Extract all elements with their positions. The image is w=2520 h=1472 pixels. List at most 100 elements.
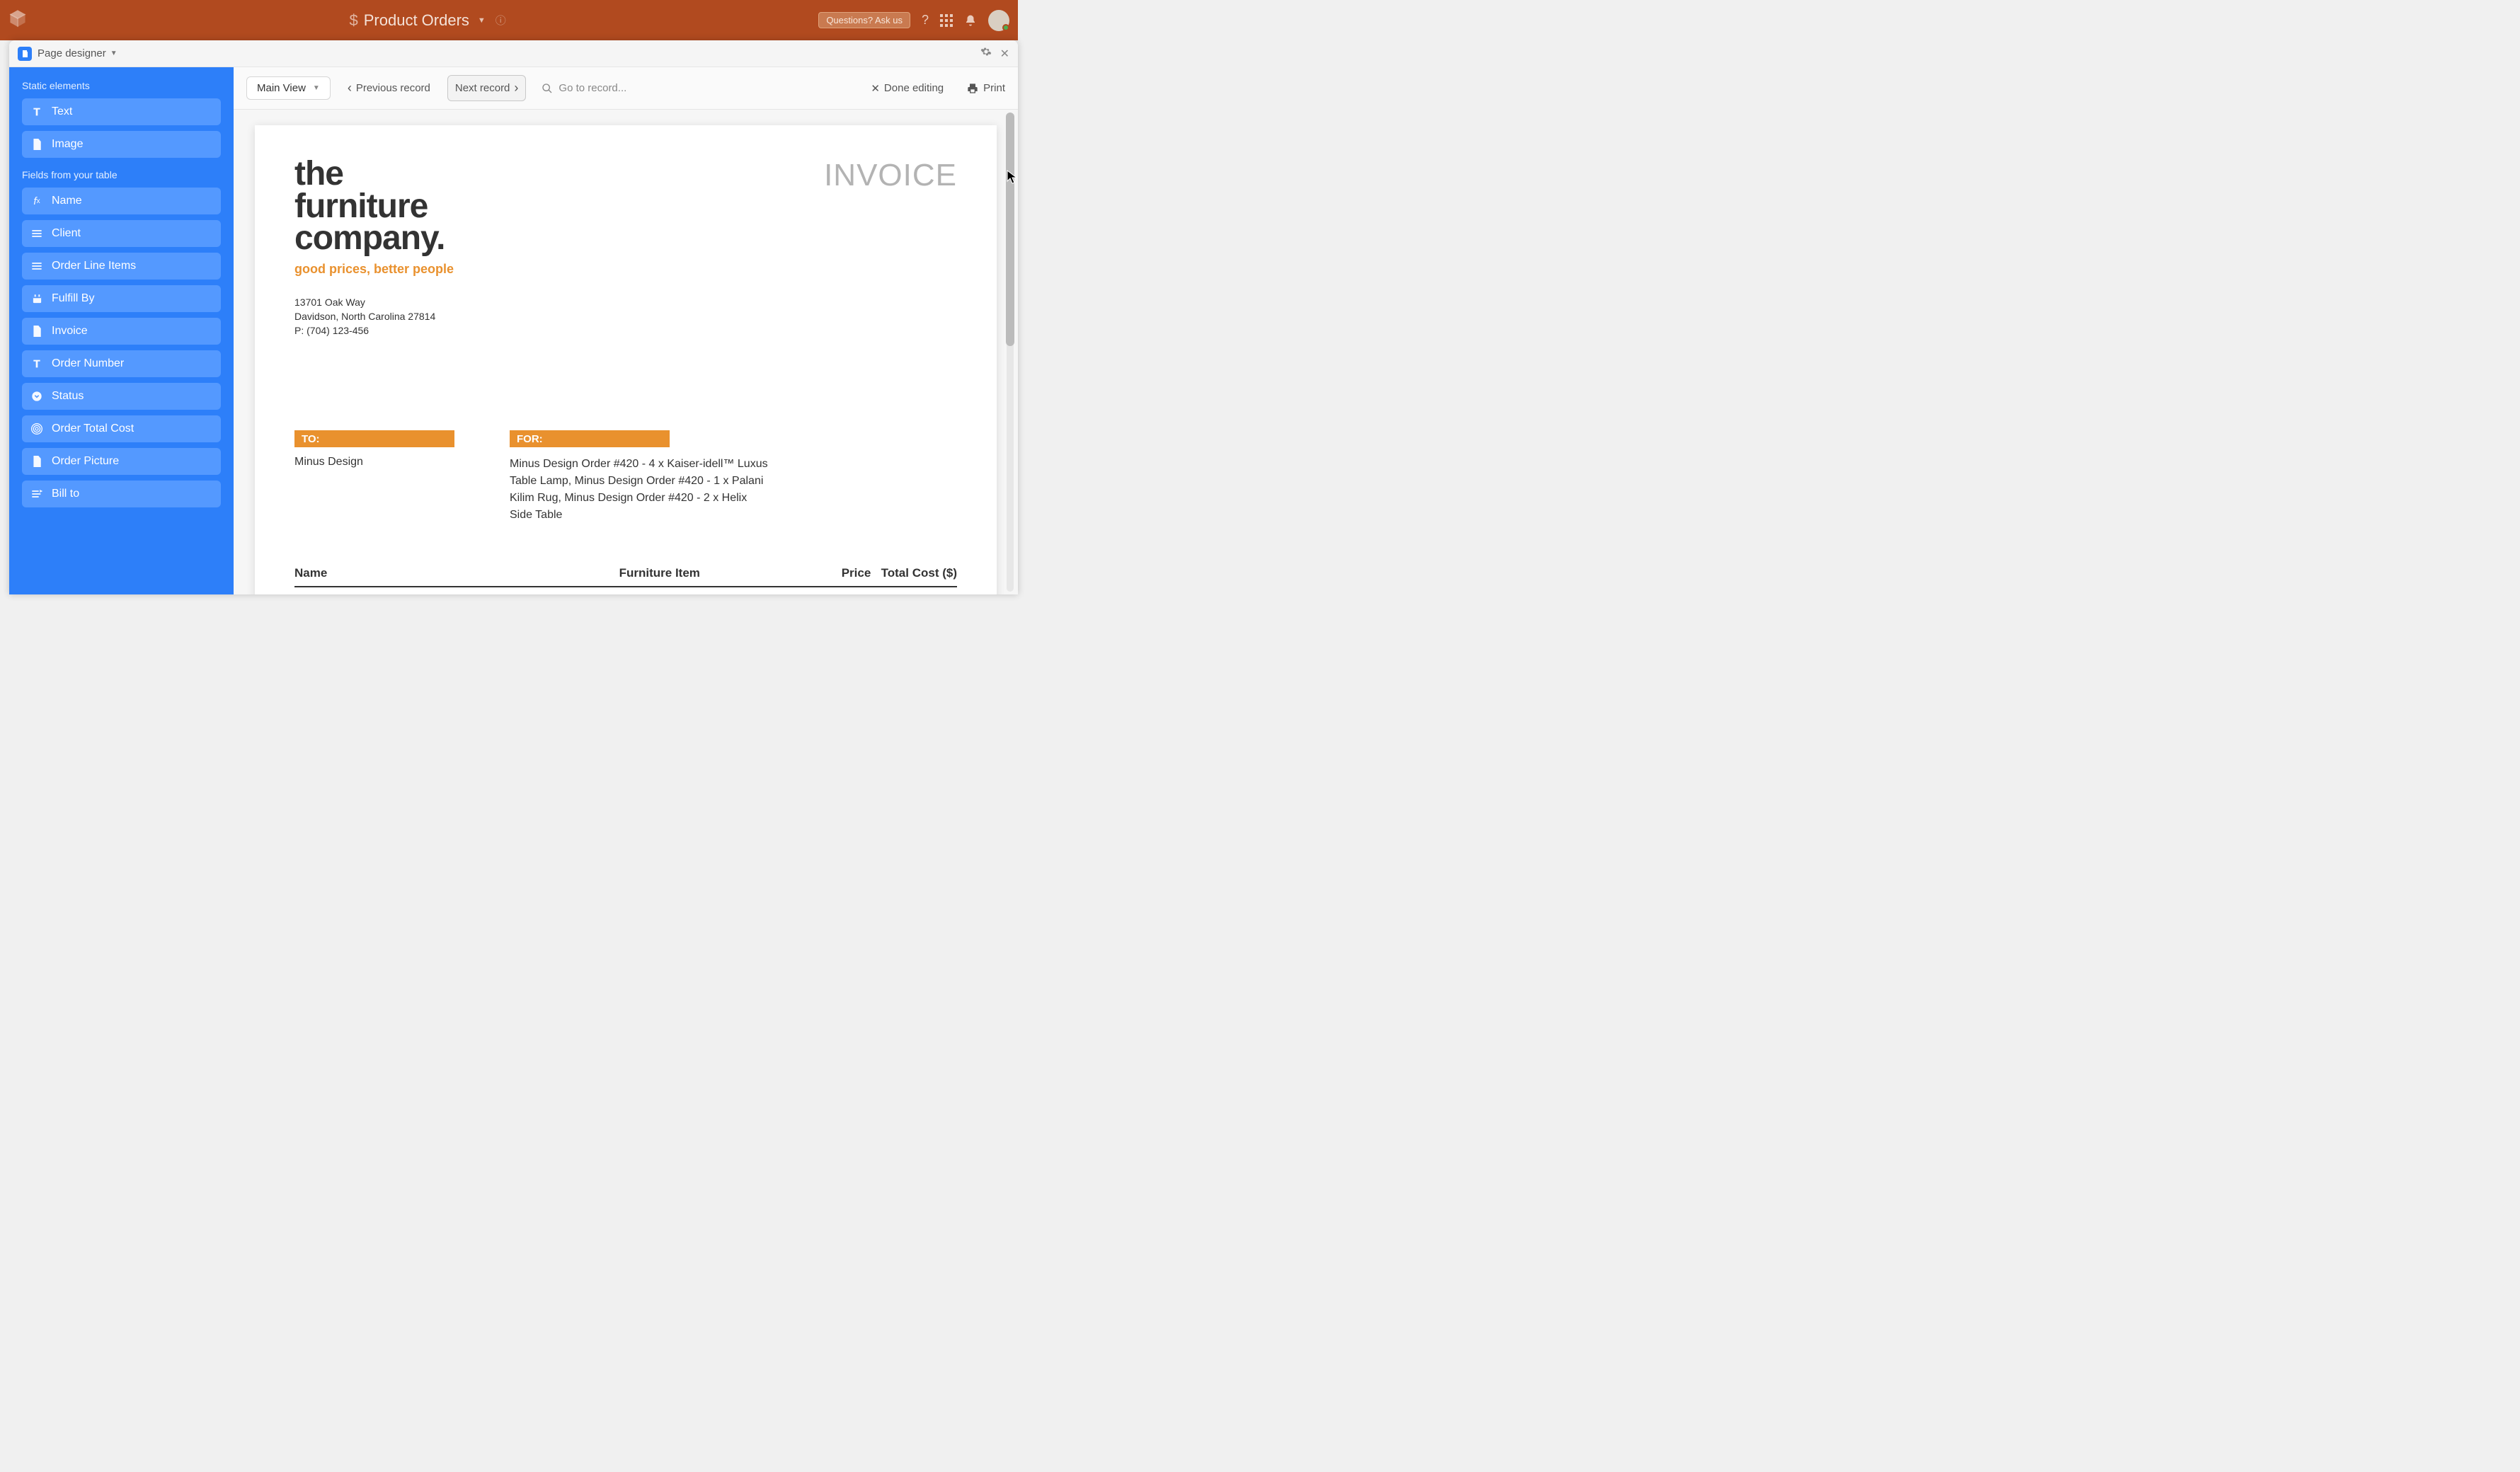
bell-icon[interactable] <box>964 14 977 27</box>
cell-price: $864.00 <box>798 587 871 594</box>
addr-line: Davidson, North Carolina 27814 <box>294 309 454 323</box>
cell-name: Minus Design Order #420 - 4 x Kaiser-ide… <box>294 587 619 594</box>
print-icon <box>966 83 979 94</box>
rollup-icon <box>30 422 43 435</box>
chevron-down-icon: ▼ <box>313 84 320 92</box>
close-icon: ✕ <box>871 82 880 95</box>
select-icon <box>30 390 43 403</box>
text-type-icon <box>30 105 43 118</box>
print-label: Print <box>983 82 1005 94</box>
tagline: good prices, better people <box>294 262 454 277</box>
field-invoice[interactable]: Invoice <box>22 318 221 345</box>
field-label: Fulfill By <box>52 292 94 305</box>
sidebar-section-static: Static elements <box>22 80 221 91</box>
chevron-down-icon: ▼ <box>478 16 486 25</box>
vertical-scrollbar[interactable] <box>1005 110 1015 594</box>
presence-dot <box>1002 24 1009 31</box>
panel-title[interactable]: Page designer <box>38 47 106 59</box>
cell-total: $3,456.00 <box>871 587 957 594</box>
view-select[interactable]: Main View ▼ <box>246 76 331 100</box>
done-editing-button[interactable]: ✕ Done editing <box>871 82 944 95</box>
page-designer-panel: Page designer ▼ ✕ Static elements Text I… <box>9 40 1018 594</box>
search-placeholder: Go to record... <box>559 82 626 94</box>
static-element-image[interactable]: Image <box>22 131 221 158</box>
base-title-text: Product Orders <box>364 11 469 30</box>
chevron-right-icon: › <box>514 81 518 96</box>
static-element-label: Text <box>52 105 72 118</box>
linked-record-icon <box>30 227 43 240</box>
field-label: Bill to <box>52 488 79 500</box>
file-icon <box>30 138 43 151</box>
gear-icon[interactable] <box>980 46 992 61</box>
field-order-line-items[interactable]: Order Line Items <box>22 253 221 280</box>
field-status[interactable]: Status <box>22 383 221 410</box>
static-element-text[interactable]: Text <box>22 98 221 125</box>
nav-label: Next record <box>455 82 510 94</box>
for-label-bar: FOR: <box>510 430 670 447</box>
static-element-label: Image <box>52 138 83 151</box>
chevron-down-icon[interactable]: ▼ <box>110 50 118 57</box>
file-icon <box>30 325 43 338</box>
company-line: furniture <box>294 190 454 223</box>
col-price: Price <box>798 566 871 587</box>
linked-record-icon <box>30 260 43 272</box>
cell-item: Kaiser-idell™ Luxus Table Lamp <box>619 587 798 594</box>
close-icon[interactable]: ✕ <box>1000 47 1009 61</box>
elements-sidebar: Static elements Text Image Fields from y… <box>9 67 234 594</box>
company-address: 13701 Oak Way Davidson, North Carolina 2… <box>294 295 454 338</box>
company-name: the furniture company. <box>294 158 454 255</box>
app-topbar: $ Product Orders ▼ ⓘ Questions? Ask us ? <box>0 0 1018 40</box>
field-name[interactable]: fx Name <box>22 188 221 214</box>
view-select-label: Main View <box>257 82 306 94</box>
invoice-heading: INVOICE <box>824 158 957 193</box>
col-name: Name <box>294 566 619 587</box>
field-label: Invoice <box>52 325 88 338</box>
field-label: Order Line Items <box>52 260 136 272</box>
search-icon <box>542 83 553 94</box>
apps-grid-icon[interactable] <box>940 14 953 27</box>
field-fulfill-by[interactable]: Fulfill By <box>22 285 221 312</box>
chevron-left-icon: ‹ <box>348 81 352 96</box>
content-column: Main View ▼ ‹ Previous record Next recor… <box>234 67 1018 594</box>
next-record-button[interactable]: Next record › <box>447 75 527 101</box>
dollar-icon: $ <box>349 11 357 30</box>
line-items-table: Name Furniture Item Price Total Cost ($)… <box>294 566 957 594</box>
page-designer-icon <box>18 47 32 61</box>
help-icon[interactable]: ? <box>922 13 929 28</box>
scrollbar-thumb[interactable] <box>1006 113 1014 346</box>
text-type-icon <box>30 357 43 370</box>
previous-record-button[interactable]: ‹ Previous record <box>340 76 437 100</box>
canvas-wrap[interactable]: the furniture company. good prices, bett… <box>234 110 1018 594</box>
help-button[interactable]: Questions? Ask us <box>818 12 910 28</box>
field-order-picture[interactable]: Order Picture <box>22 448 221 475</box>
print-button[interactable]: Print <box>966 82 1005 94</box>
field-order-total-cost[interactable]: Order Total Cost <box>22 415 221 442</box>
formula-icon: fx <box>30 195 43 207</box>
field-label: Order Number <box>52 357 124 370</box>
to-text: Minus Design <box>294 456 454 468</box>
sidebar-section-fields: Fields from your table <box>22 169 221 180</box>
field-order-number[interactable]: Order Number <box>22 350 221 377</box>
field-label: Order Picture <box>52 455 119 468</box>
addr-line: P: (704) 123-456 <box>294 323 454 338</box>
cursor-pointer-icon <box>1007 170 1018 188</box>
col-total: Total Cost ($) <box>871 566 957 587</box>
field-label: Name <box>52 195 82 207</box>
table-row: Minus Design Order #420 - 4 x Kaiser-ide… <box>294 587 957 594</box>
field-label: Order Total Cost <box>52 422 134 435</box>
content-toolbar: Main View ▼ ‹ Previous record Next recor… <box>234 67 1018 110</box>
invoice-page[interactable]: the furniture company. good prices, bett… <box>255 125 997 594</box>
avatar[interactable] <box>988 10 1009 31</box>
field-bill-to[interactable]: Bill to <box>22 481 221 507</box>
app-logo-icon <box>8 9 27 28</box>
field-label: Client <box>52 227 81 240</box>
done-label: Done editing <box>884 82 944 94</box>
go-to-record-search[interactable]: Go to record... <box>536 82 626 94</box>
base-title[interactable]: $ Product Orders ▼ ⓘ <box>349 11 505 30</box>
file-icon <box>30 455 43 468</box>
for-text: Minus Design Order #420 - 4 x Kaiser-ide… <box>510 456 772 524</box>
info-icon[interactable]: ⓘ <box>496 13 506 28</box>
calendar-icon <box>30 292 43 305</box>
panel-titlebar: Page designer ▼ ✕ <box>9 40 1018 67</box>
field-client[interactable]: Client <box>22 220 221 247</box>
